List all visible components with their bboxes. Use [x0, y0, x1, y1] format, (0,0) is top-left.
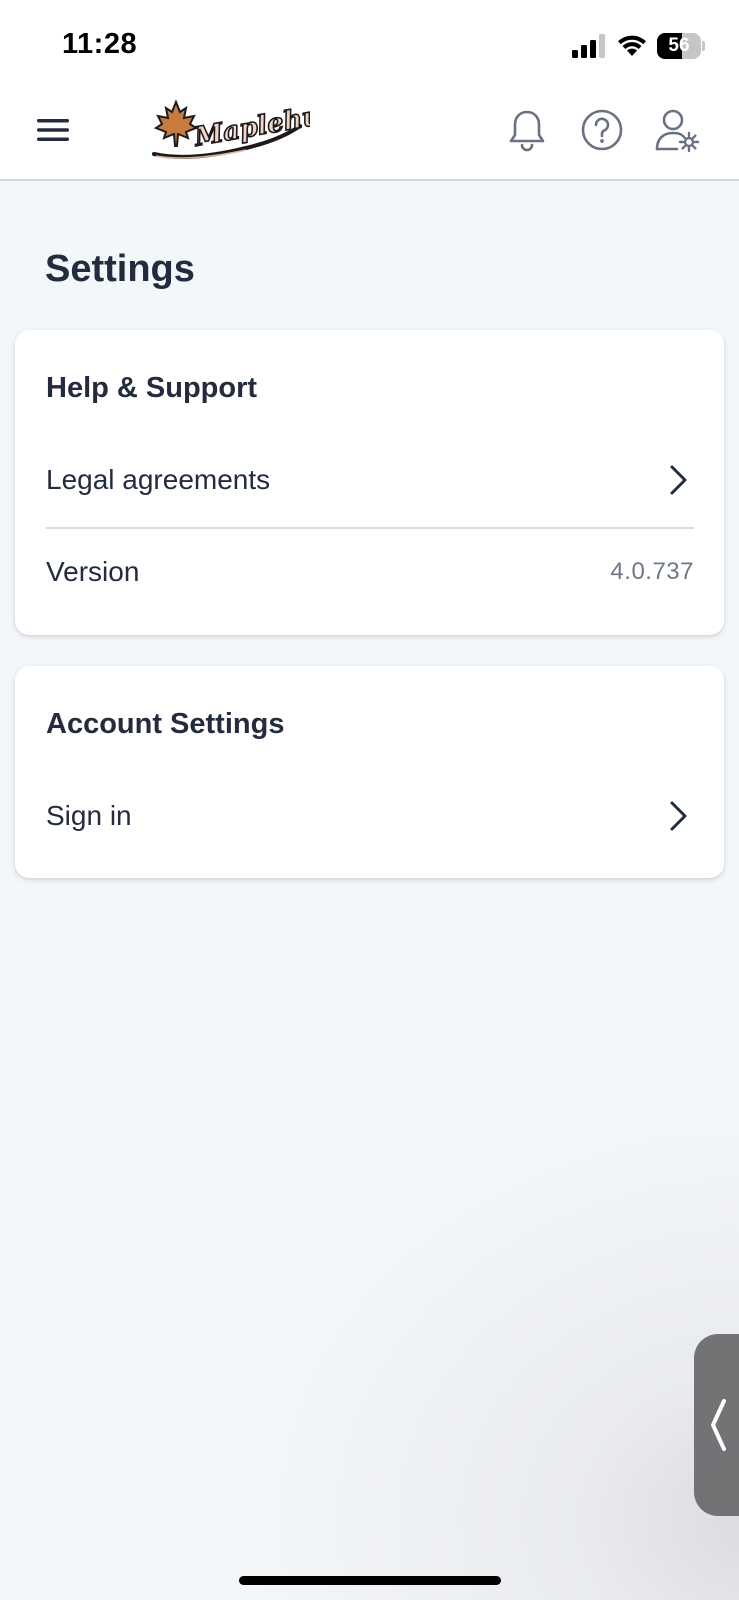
page-title: Settings	[45, 248, 195, 290]
notifications-button[interactable]	[499, 102, 555, 158]
battery-percent: 56	[668, 35, 690, 56]
bell-icon	[509, 110, 545, 152]
version-label: Version	[46, 556, 140, 587]
status-time: 11:28	[62, 28, 138, 60]
logo-wordmark: Maplehurst	[191, 96, 310, 153]
settings-screen: 11:28 56 Maplehurst Settings Help & Supp…	[0, 0, 739, 1600]
account-settings-icon	[655, 109, 700, 153]
sign-in-row[interactable]: Sign in	[46, 786, 694, 846]
help-icon	[581, 109, 623, 151]
account-settings-card: Account Settings Sign in	[15, 666, 724, 878]
cellular-signal-icon	[572, 34, 605, 58]
legal-agreements-label: Legal agreements	[46, 464, 271, 495]
side-panel-handle[interactable]	[694, 1334, 739, 1516]
app-header: Maplehurst	[0, 88, 739, 181]
help-support-heading: Help & Support	[46, 372, 258, 404]
home-indicator[interactable]	[239, 1576, 501, 1585]
help-button[interactable]	[574, 102, 630, 158]
status-bar: 11:28 56	[0, 0, 739, 88]
chevron-right-icon	[670, 801, 687, 831]
menu-button[interactable]	[25, 102, 81, 158]
chevron-right-icon	[670, 465, 687, 495]
divider	[46, 527, 694, 529]
help-support-card: Help & Support Legal agreements Version …	[15, 330, 724, 635]
sign-in-label: Sign in	[46, 800, 132, 831]
version-value: 4.0.737	[610, 558, 694, 585]
account-settings-button[interactable]	[649, 102, 705, 158]
legal-agreements-row[interactable]: Legal agreements	[46, 450, 694, 510]
version-row: Version 4.0.737	[46, 542, 694, 602]
wifi-icon	[618, 35, 646, 56]
chevron-left-icon	[711, 1399, 726, 1451]
account-settings-heading: Account Settings	[46, 708, 285, 740]
menu-icon	[37, 119, 69, 141]
battery-indicator: 56	[657, 33, 705, 59]
maplehurst-logo[interactable]: Maplehurst	[150, 96, 310, 166]
